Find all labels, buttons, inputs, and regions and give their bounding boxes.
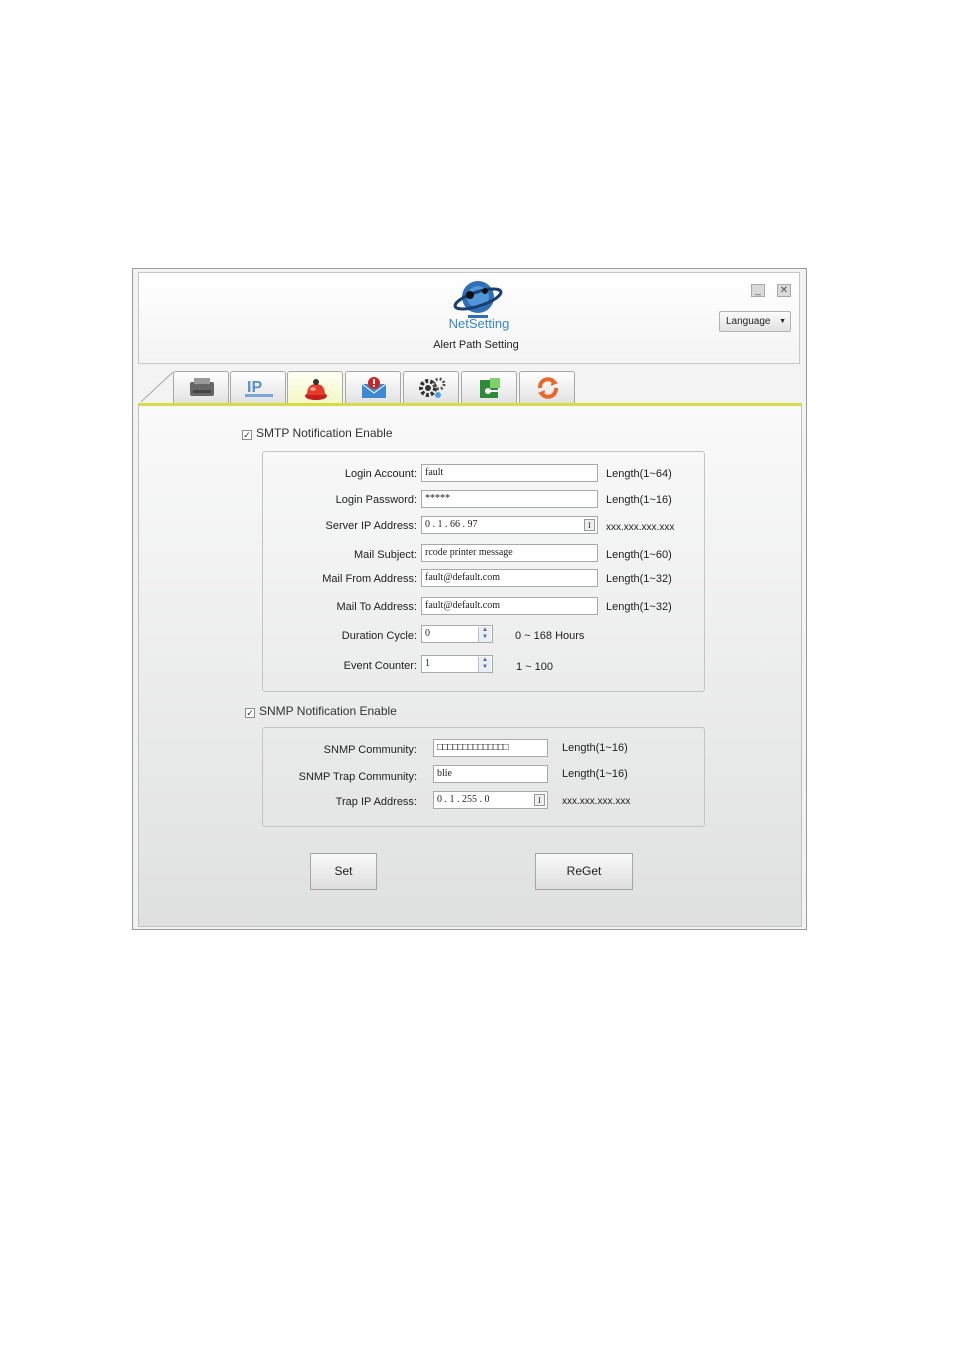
mail-alert-icon xyxy=(361,377,387,398)
mail-to-hint: Length(1~32) xyxy=(606,601,672,613)
server-ip-hint: xxx.xxx.xxx.xxx xyxy=(606,522,675,533)
login-password-input[interactable]: ***** xyxy=(421,490,598,508)
clear-icon[interactable]: I xyxy=(584,519,595,531)
snmp-trap-community-hint: Length(1~16) xyxy=(562,768,628,780)
login-account-hint: Length(1~64) xyxy=(606,468,672,480)
snmp-enable-label: SNMP Notification Enable xyxy=(259,704,397,718)
mail-from-label: Mail From Address: xyxy=(322,573,417,585)
smtp-settings-group: Login Account: fault Length(1~64) Login … xyxy=(262,451,705,692)
ip-label: IP xyxy=(247,379,262,396)
printer-icon xyxy=(190,378,214,396)
language-dropdown[interactable]: Language ▼ xyxy=(719,311,791,332)
server-ip-value: 0 . 1 . 66 . 97 xyxy=(425,519,478,530)
refresh-icon xyxy=(538,377,558,399)
close-button[interactable]: ✕ xyxy=(777,284,791,297)
snmp-settings-group: SNMP Community: □□□□□□□□□□□□□□ Length(1~… xyxy=(262,727,705,827)
tab-alert[interactable] xyxy=(287,371,343,403)
snmp-community-input[interactable]: □□□□□□□□□□□□□□ xyxy=(433,739,548,757)
mail-subject-label: Mail Subject: xyxy=(354,549,417,561)
duration-cycle-label: Duration Cycle: xyxy=(341,630,417,642)
reget-button[interactable]: ReGet xyxy=(535,853,633,890)
event-counter-label: Event Counter: xyxy=(343,660,417,672)
snmp-trap-community-label: SNMP Trap Community: xyxy=(298,771,417,783)
clear-icon[interactable]: I xyxy=(534,794,545,806)
page-subtitle: Alert Path Setting xyxy=(433,339,519,351)
mail-subject-input[interactable]: rcode printer message xyxy=(421,544,598,562)
trap-ip-input[interactable]: 0 . 1 . 255 . 0 I xyxy=(433,791,548,809)
mail-to-input[interactable]: fault@default.com xyxy=(421,597,598,615)
mail-from-input[interactable]: fault@default.com xyxy=(421,569,598,587)
netsetting-window: NetSetting Alert Path Setting _ ✕ Langua… xyxy=(132,268,807,930)
tab-mail-alert[interactable] xyxy=(345,371,401,403)
login-account-label: Login Account: xyxy=(344,468,417,480)
server-ip-label: Server IP Address: xyxy=(325,520,417,532)
minimize-button[interactable]: _ xyxy=(751,284,765,297)
tab-security[interactable] xyxy=(461,371,517,403)
set-button[interactable]: Set xyxy=(310,853,377,890)
snmp-enable-checkbox[interactable]: ✓ xyxy=(245,708,255,718)
smtp-enable-label: SMTP Notification Enable xyxy=(256,426,393,440)
duration-cycle-hint: 0 ~ 168 Hours xyxy=(515,630,585,642)
event-counter-value: 1 xyxy=(425,658,430,669)
mail-subject-hint: Length(1~60) xyxy=(606,549,672,561)
gears-icon xyxy=(419,377,446,398)
tab-ip-network[interactable]: IP xyxy=(230,371,286,403)
server-ip-input[interactable]: 0 . 1 . 66 . 97 I xyxy=(421,516,598,534)
snmp-community-label: SNMP Community: xyxy=(323,744,417,756)
language-label: Language xyxy=(726,316,771,327)
login-account-input[interactable]: fault xyxy=(421,464,598,482)
mail-to-label: Mail To Address: xyxy=(336,601,417,613)
tab-settings[interactable] xyxy=(403,371,459,403)
ip-network-icon: IP xyxy=(245,379,273,397)
duration-cycle-stepper[interactable]: 0 ▲ ▼ xyxy=(421,625,493,643)
snmp-trap-community-input[interactable]: blie xyxy=(433,765,548,783)
tab-refresh[interactable] xyxy=(519,371,575,403)
alarm-bell-icon xyxy=(305,379,327,400)
login-password-label: Login Password: xyxy=(335,494,417,506)
key-security-icon xyxy=(480,378,500,398)
alert-settings-panel: ✓ SMTP Notification Enable Login Account… xyxy=(138,403,802,927)
snmp-community-hint: Length(1~16) xyxy=(562,742,628,754)
window-header: NetSetting Alert Path Setting _ ✕ Langua… xyxy=(138,272,800,364)
duration-cycle-value: 0 xyxy=(425,628,430,639)
event-counter-hint: 1 ~ 100 xyxy=(516,661,554,673)
login-password-hint: Length(1~16) xyxy=(606,494,672,506)
spin-arrows-icon[interactable]: ▲ ▼ xyxy=(478,627,491,642)
spin-arrows-icon[interactable]: ▲ ▼ xyxy=(478,657,491,672)
brand-title: NetSetting xyxy=(448,316,510,331)
chevron-down-icon: ▼ xyxy=(779,318,786,325)
tab-printer[interactable] xyxy=(173,371,229,403)
mail-from-hint: Length(1~32) xyxy=(606,573,672,585)
smtp-enable-checkbox[interactable]: ✓ xyxy=(242,430,252,440)
tab-bar: IP xyxy=(139,371,799,403)
trap-ip-hint: xxx.xxx.xxx.xxx xyxy=(562,796,631,807)
trap-ip-value: 0 . 1 . 255 . 0 xyxy=(437,794,490,805)
trap-ip-label: Trap IP Address: xyxy=(335,796,417,808)
event-counter-stepper[interactable]: 1 ▲ ▼ xyxy=(421,655,493,673)
